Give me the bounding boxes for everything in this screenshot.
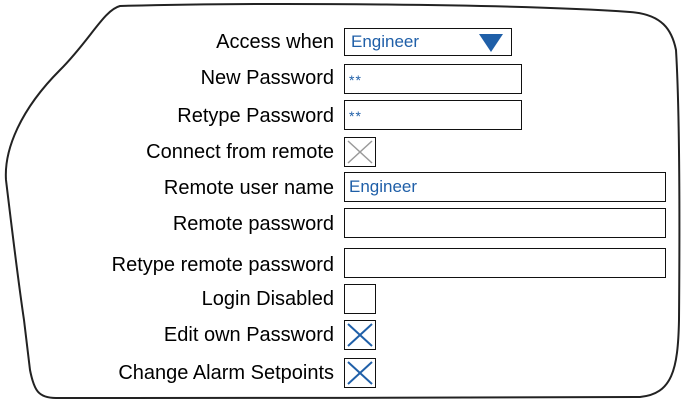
edit-own-password-label: Edit own Password	[163, 324, 334, 346]
retype-remote-password-field[interactable]	[344, 248, 666, 278]
remote-password-label: Remote password	[172, 213, 334, 235]
retype-remote-password-label: Retype remote password	[111, 254, 334, 276]
x-mark-icon	[347, 361, 373, 385]
triangle-down-icon[interactable]	[479, 34, 503, 52]
remote-user-name-field[interactable]: Engineer	[344, 172, 666, 202]
connect-from-remote-checkbox[interactable]	[344, 137, 376, 167]
retype-password-field[interactable]: **	[344, 100, 522, 130]
edit-own-password-checkbox[interactable]	[344, 320, 376, 350]
new-password-field[interactable]: **	[344, 64, 522, 94]
remote-password-field[interactable]	[344, 208, 666, 238]
access-when-value: Engineer	[351, 32, 420, 51]
access-when-label: Access when	[216, 31, 334, 53]
new-password-label: New Password	[200, 67, 334, 89]
x-mark-icon	[347, 140, 373, 164]
x-mark-icon	[347, 323, 373, 347]
change-alarm-setpoints-checkbox[interactable]	[344, 358, 376, 388]
login-disabled-label: Login Disabled	[201, 288, 334, 310]
remote-user-name-label: Remote user name	[163, 177, 334, 199]
retype-password-label: Retype Password	[177, 105, 334, 127]
change-alarm-setpoints-label: Change Alarm Setpoints	[118, 362, 334, 384]
access-when-dropdown[interactable]: Engineer	[344, 28, 512, 56]
login-disabled-checkbox[interactable]	[344, 284, 376, 314]
connect-from-remote-label: Connect from remote	[146, 141, 334, 163]
